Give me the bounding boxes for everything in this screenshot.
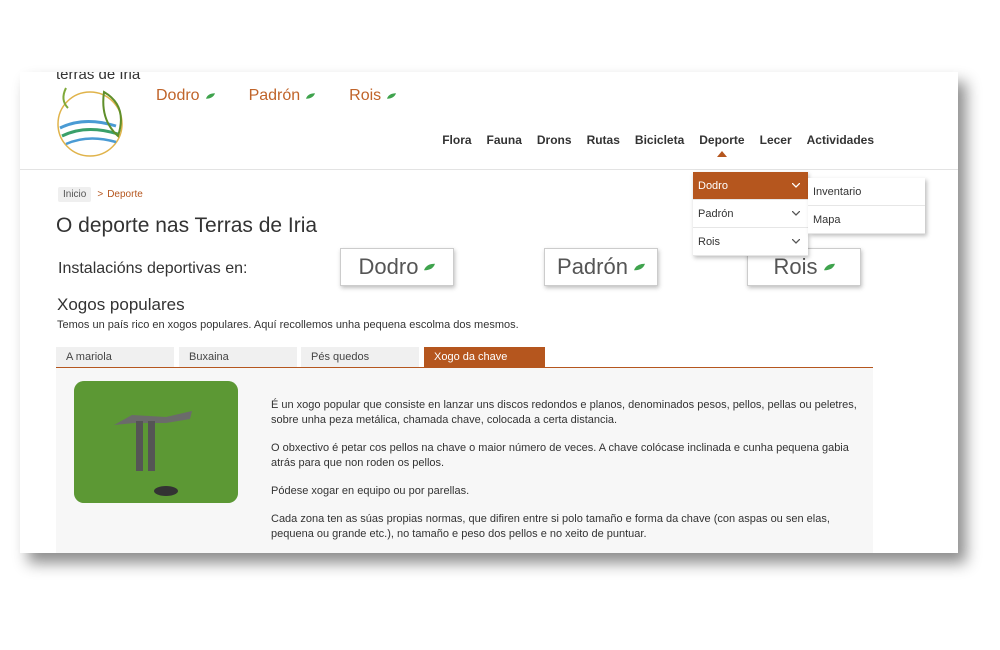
top-links: Dodro Padrón Rois [156,87,397,105]
installations-label: Instalacións deportivas en: [58,260,248,277]
dropdown-item-label: Rois [698,235,721,248]
top-link-label: Padrón [248,87,301,104]
main-nav: Flora Fauna Drons Rutas Bicicleta Deport… [442,133,874,157]
page-window: terras de Iria Dodro Padrón Rois Flora F… [20,72,958,553]
dropdown-item-padron[interactable]: Padrón [693,200,808,228]
installations-button-label: Dodro [358,254,419,279]
section-title: Xogos populares [57,295,185,314]
header-divider [20,169,958,170]
breadcrumb-current: Deporte [107,189,143,200]
tab-buxaina[interactable]: Buxaina [179,347,297,367]
installations-padron-button[interactable]: Padrón [544,248,658,286]
nav-item-drons[interactable]: Drons [537,133,572,147]
submenu-item-mapa[interactable]: Mapa [808,206,925,234]
leaf-icon [823,263,835,271]
dropdown-item-dodro[interactable]: Dodro [693,172,808,200]
nav-item-actividades[interactable]: Actividades [807,133,874,147]
breadcrumb: Inicio > Deporte [58,187,143,202]
submenu-item-inventario[interactable]: Inventario [808,178,925,206]
leaf-icon [424,263,436,271]
breadcrumb-home[interactable]: Inicio [58,187,92,202]
tab-panel: É un xogo popular que consiste en lanzar… [56,368,873,553]
installations-dodro-button[interactable]: Dodro [340,248,454,286]
page-title: O deporte nas Terras de Iria [56,214,318,237]
site-logo[interactable] [54,80,134,160]
content-paragraph: Cada zona ten as súas propias normas, qu… [271,513,830,540]
leaf-icon [387,93,397,99]
chevron-down-icon [792,211,800,216]
nav-item-rutas[interactable]: Rutas [587,133,620,147]
leaf-icon [306,93,316,99]
game-photo [74,381,238,503]
leaf-icon [205,93,215,99]
breadcrumb-separator: > [97,189,104,200]
top-link-rois[interactable]: Rois [349,87,397,105]
deporte-dropdown: Dodro Padrón Rois [693,172,808,256]
games-tabs: A mariola Buxaina Pés quedos Xogo da cha… [56,347,873,368]
nav-item-deporte[interactable]: Deporte [699,133,745,157]
content-paragraph: Pódese xogar en equipo ou por parellas. [271,485,470,497]
nav-item-fauna[interactable]: Fauna [487,133,522,147]
nav-item-flora[interactable]: Flora [442,133,471,147]
content-paragraph: É un xogo popular que consiste en lanzar… [271,399,857,426]
nav-item-bicicleta[interactable]: Bicicleta [635,133,684,147]
top-link-label: Rois [349,87,382,104]
nav-item-lecer[interactable]: Lecer [760,133,792,147]
top-link-dodro[interactable]: Dodro [156,87,215,105]
top-link-padron[interactable]: Padrón [249,87,316,105]
installations-button-label: Rois [773,254,818,279]
section-description: Temos un país rico en xogos populares. A… [57,319,519,331]
dropdown-item-rois[interactable]: Rois [693,228,808,256]
dodro-submenu: Inventario Mapa [808,178,925,234]
chevron-down-icon [792,239,800,244]
dropdown-item-label: Dodro [698,179,728,192]
leaf-icon [633,263,645,271]
dropdown-item-label: Padrón [698,207,734,220]
tab-pes-quedos[interactable]: Pés quedos [301,347,419,367]
content-paragraph: O obxectivo é petar cos pellos na chave … [271,442,849,469]
tab-xogo-da-chave[interactable]: Xogo da chave [424,347,545,367]
tab-content: É un xogo popular que consiste en lanzar… [271,398,871,553]
installations-button-label: Padrón [557,254,628,279]
top-link-label: Dodro [156,87,200,104]
tab-a-mariola[interactable]: A mariola [56,347,174,367]
chevron-down-icon [792,183,800,188]
